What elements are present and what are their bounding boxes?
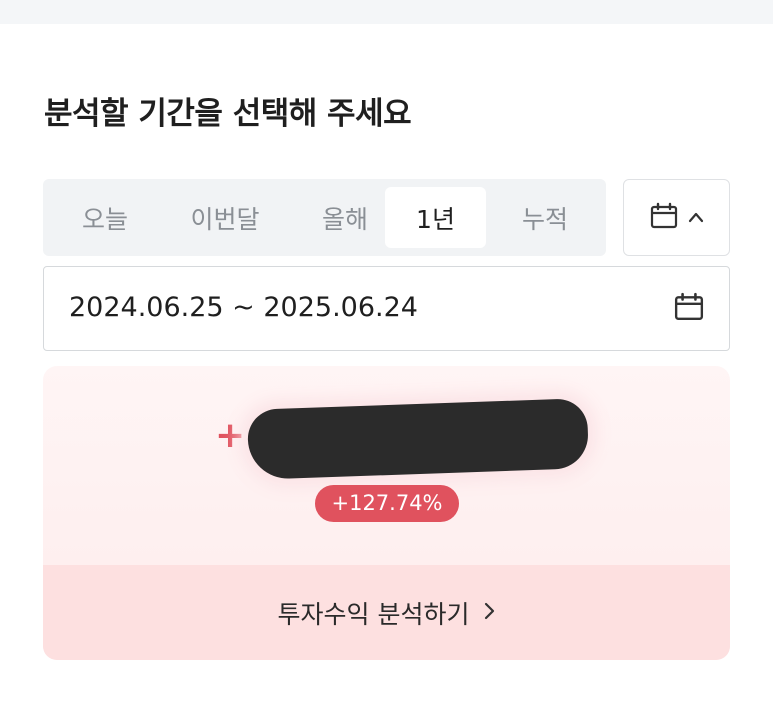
tab-today[interactable]: 오늘: [53, 187, 157, 248]
analyze-button-label: 투자수익 분석하기: [277, 599, 470, 629]
profit-result-card: + +127.74% 투자수익 분석하기: [43, 366, 730, 660]
chevron-up-icon: [688, 208, 704, 227]
tab-cumulative[interactable]: 누적: [493, 187, 597, 248]
tab-1-year[interactable]: 1년: [385, 187, 486, 248]
date-range-field[interactable]: 2024.06.25 ~ 2025.06.24: [43, 266, 730, 351]
page: 분석할 기간을 선택해 주세요 오늘 이번달 올해 1년 누적 2024.06.…: [0, 0, 773, 709]
analyze-profit-button[interactable]: 투자수익 분석하기: [43, 565, 730, 660]
calendar-toggle-button[interactable]: [623, 179, 730, 256]
date-range-text: 2024.06.25 ~ 2025.06.24: [69, 292, 418, 323]
chevron-right-icon: [483, 598, 495, 627]
period-segmented-control: 오늘 이번달 올해 1년 누적: [43, 179, 606, 256]
calendar-icon[interactable]: [674, 292, 704, 326]
return-rate-badge: +127.74%: [315, 485, 459, 522]
tab-this-month[interactable]: 이번달: [165, 187, 285, 248]
amount-sign: +: [215, 415, 246, 456]
calendar-icon: [650, 202, 678, 234]
top-divider: [0, 0, 773, 24]
redacted-amount: [246, 398, 590, 480]
page-title: 분석할 기간을 선택해 주세요: [44, 96, 412, 132]
tab-this-year[interactable]: 올해: [293, 187, 397, 248]
